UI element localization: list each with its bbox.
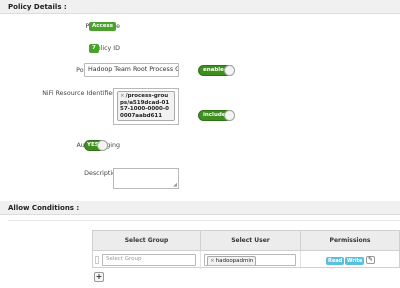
- remove-user-icon[interactable]: ×: [210, 258, 215, 264]
- allow-conditions-table: Select Group Select User Permissions Sel…: [92, 230, 400, 269]
- toggle-knob: [224, 110, 235, 121]
- allow-conditions-header: Allow Conditions :: [0, 201, 400, 215]
- resource-include-toggle-label: include: [203, 112, 226, 118]
- column-header-permissions: Permissions: [301, 231, 399, 251]
- policy-id-label: Policy ID: [93, 45, 120, 52]
- edit-permissions-pencil-icon[interactable]: ✎: [366, 256, 375, 264]
- remove-tag-icon[interactable]: ×: [120, 93, 125, 99]
- policy-enabled-toggle[interactable]: enabled: [198, 65, 235, 76]
- user-tag: ×hadoopadmin: [207, 256, 257, 265]
- table-row-cell-user: ×hadoopadmin: [201, 251, 301, 269]
- policy-id-badge: 7: [89, 44, 99, 53]
- column-header-select-group: Select Group: [93, 231, 201, 251]
- policy-details-header: Policy Details :: [0, 0, 400, 14]
- resize-handle-icon[interactable]: ◢: [173, 182, 177, 188]
- toggle-knob: [97, 140, 108, 151]
- permission-write-button[interactable]: Write: [345, 257, 365, 265]
- select-user-input[interactable]: ×hadoopadmin: [204, 254, 296, 266]
- resource-include-toggle[interactable]: include: [198, 110, 235, 121]
- column-header-select-user: Select User: [201, 231, 301, 251]
- table-row-cell-group: Select Group: [93, 251, 201, 269]
- resource-tag-text: /process-groups/a519dcad-0157-1000-0000-…: [120, 93, 170, 119]
- add-condition-button[interactable]: +: [94, 272, 104, 282]
- nifi-resource-input[interactable]: ×/process-groups/a519dcad-0157-1000-0000…: [113, 88, 179, 125]
- description-label: Description: [84, 170, 120, 177]
- user-tag-text: hadoopadmin: [215, 258, 254, 264]
- row-handle: [95, 256, 99, 264]
- policy-type-badge: Access: [89, 22, 117, 31]
- toggle-knob: [224, 65, 235, 76]
- nifi-resource-label: NiFi Resource Identifier *: [42, 90, 120, 97]
- select-group-input[interactable]: Select Group: [102, 254, 196, 266]
- permission-read-button[interactable]: Read: [326, 257, 345, 265]
- audit-logging-toggle[interactable]: YES: [84, 140, 108, 151]
- resource-tag: ×/process-groups/a519dcad-0157-1000-0000…: [117, 91, 175, 121]
- policy-name-input[interactable]: Hadoop Team Root Process Group: [84, 63, 179, 77]
- description-textarea[interactable]: ◢: [113, 168, 179, 189]
- table-row-cell-permissions: Read Write ✎: [301, 251, 399, 269]
